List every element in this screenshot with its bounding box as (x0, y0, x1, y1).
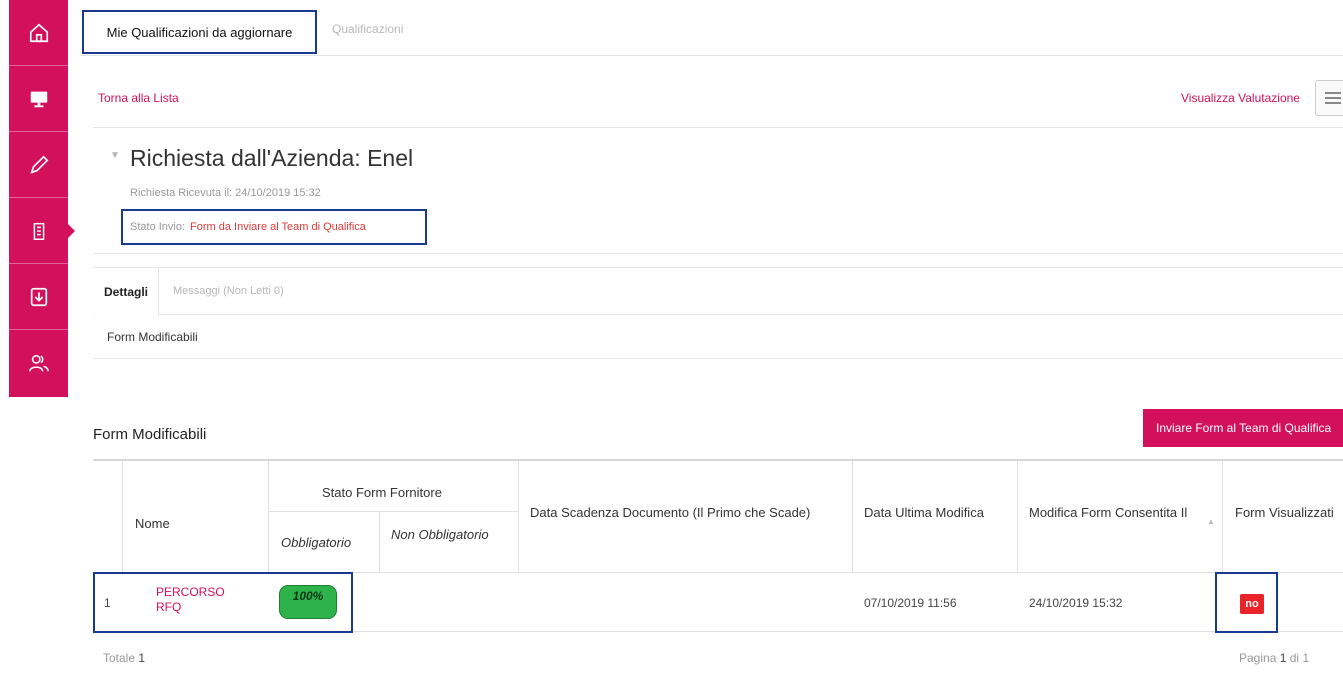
annotation-highlight (93, 572, 353, 633)
building-icon (33, 222, 44, 240)
users-icon (28, 354, 49, 372)
monitor-icon (30, 91, 47, 107)
hamburger-icon (1325, 92, 1341, 104)
collapse-caret-icon[interactable]: ▼ (110, 150, 120, 161)
tab-messaggi[interactable]: Messaggi (Non Letti 0) (173, 285, 284, 297)
modifica-consentita-value: 24/10/2019 15:32 (1029, 596, 1123, 610)
sidebar-item-download[interactable] (9, 264, 68, 330)
sidebar-item-company[interactable] (9, 198, 75, 264)
send-form-button[interactable]: Inviare Form al Team di Qualifica (1143, 409, 1343, 447)
section-title: Form Modificabili (93, 426, 207, 443)
stato-invio-value: Form da Inviare al Team di Qualifica (190, 221, 366, 233)
request-title: Richiesta dall'Azienda: Enel (130, 145, 414, 171)
detail-tabs: Dettagli Messaggi (Non Letti 0) (93, 267, 1343, 316)
sidebar-item-edit[interactable] (9, 132, 68, 198)
annotation-highlight (1215, 572, 1278, 633)
forms-table: Nome Stato Form Fornitore Obbligatorio N… (93, 459, 1343, 633)
pencil-icon (29, 155, 48, 174)
tab-dettagli[interactable]: Dettagli (94, 268, 160, 316)
sidebar-item-users[interactable] (9, 330, 68, 396)
pagination: Pagina 1 di 1 (1239, 651, 1310, 665)
back-to-list-link[interactable]: Torna alla Lista (98, 91, 179, 105)
header-stato-form-fornitore: Stato Form Fornitore (322, 485, 442, 500)
header-non-obbligatorio[interactable]: Non Obbligatorio (391, 527, 501, 543)
tab-qualificazioni[interactable]: Qualificazioni (332, 22, 403, 36)
stato-invio: Stato Invio: Form da Inviare al Team di … (121, 209, 427, 245)
sidebar-item-home[interactable] (9, 0, 68, 66)
sidebar-item-monitor[interactable] (9, 66, 68, 132)
request-received-date: Richiesta Ricevuta il: 24/10/2019 15:32 (130, 187, 321, 199)
sidebar (9, 0, 75, 397)
header-obbligatorio[interactable]: Obbligatorio (281, 535, 351, 551)
top-tabs: Mie Qualificazioni da aggiornare Qualifi… (80, 8, 1343, 56)
data-ultima-modifica-value: 07/10/2019 11:56 (864, 596, 957, 610)
total-count: Totale 1 (103, 651, 146, 665)
menu-button[interactable] (1315, 80, 1343, 116)
header-data-scadenza[interactable]: Data Scadenza Documento (Il Primo che Sc… (530, 505, 830, 521)
sort-arrow-icon[interactable]: ▲ (1207, 517, 1215, 526)
form-modificabili-item[interactable]: Form Modificabili (93, 315, 1343, 359)
download-icon (30, 287, 47, 306)
header-modifica-consentita[interactable]: Modifica Form Consentita Il (1029, 505, 1207, 521)
home-icon (29, 23, 48, 42)
header-nome[interactable]: Nome (135, 516, 170, 532)
header-form-visualizzati[interactable]: Form Visualizzati (1235, 505, 1335, 521)
tab-mie-qualificazioni[interactable]: Mie Qualificazioni da aggiornare (82, 10, 317, 54)
header-data-ultima-modifica[interactable]: Data Ultima Modifica (864, 505, 984, 521)
view-evaluation-link[interactable]: Visualizza Valutazione (1181, 91, 1300, 105)
stato-invio-label: Stato Invio: (130, 221, 186, 233)
